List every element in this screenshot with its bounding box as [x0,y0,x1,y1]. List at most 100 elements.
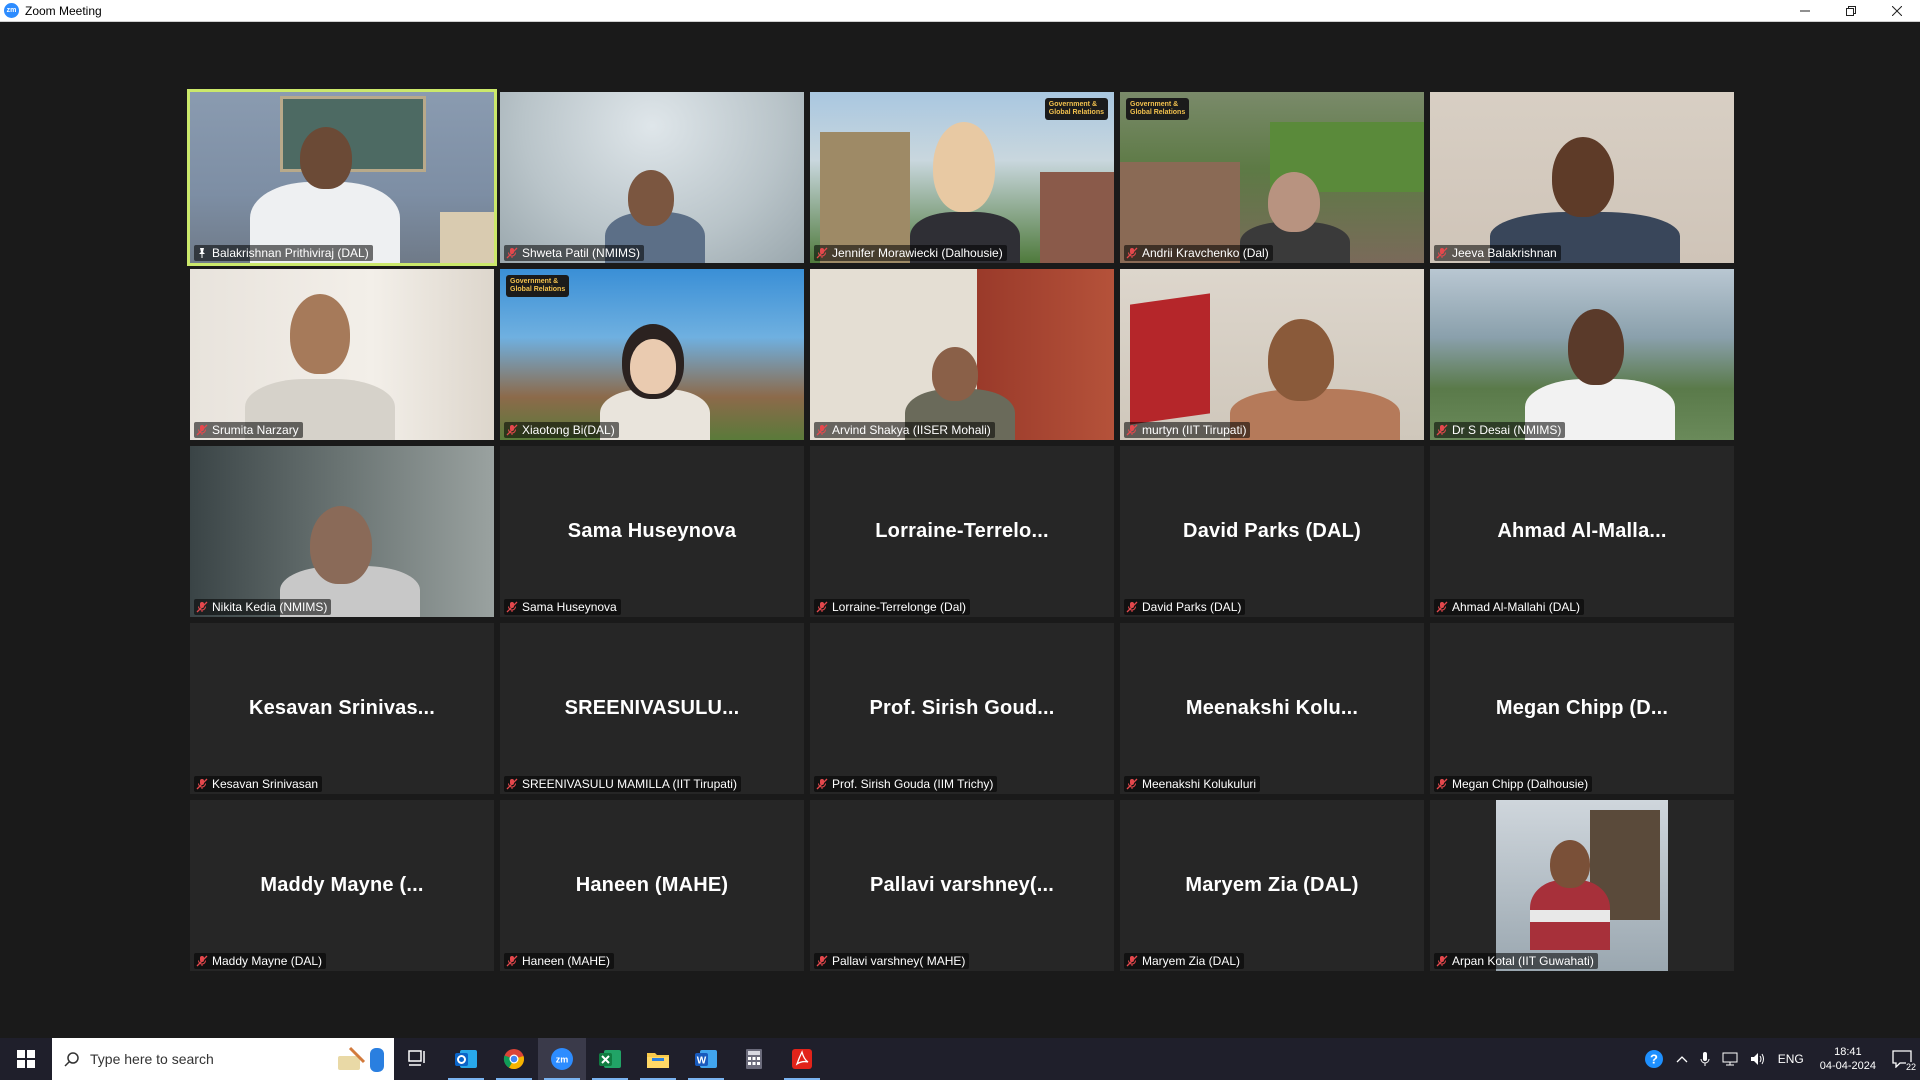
participant-name: murtyn (IIT Tirupati) [1142,423,1247,437]
zoom-icon: zm [551,1048,573,1070]
file-explorer-taskbar-button[interactable] [634,1038,682,1080]
participant-name: Pallavi varshney( MAHE) [832,954,966,968]
volume-tray-button[interactable] [1750,1052,1766,1066]
participant-video [190,269,494,440]
participant-tile[interactable]: Megan Chipp (D... Megan Chipp (Dalhousie) [1430,623,1734,794]
muted-microphone-icon [1436,247,1448,259]
task-view-button[interactable] [394,1038,442,1080]
muted-microphone-icon [506,601,518,613]
muted-microphone-icon [506,955,518,967]
participant-tile[interactable]: Government & Global Relations Jennifer Mor… [810,92,1114,263]
participant-tile[interactable]: Government & Global Relations Xiaotong Bi(… [500,269,804,440]
participant-display-name: Maddy Mayne (... [260,874,424,896]
participant-tile[interactable]: Sama Huseynova Sama Huseynova [500,446,804,617]
participant-tile[interactable]: Maddy Mayne (... Maddy Mayne (DAL) [190,800,494,971]
participant-tile[interactable]: murtyn (IIT Tirupati) [1120,269,1424,440]
word-taskbar-button[interactable]: W [682,1038,730,1080]
participant-video [1430,800,1734,971]
participant-name: Ahmad Al-Mallahi (DAL) [1452,600,1581,614]
gallery-grid: Balakrishnan Prithiviraj (DAL) Shweta Pat… [187,89,1734,971]
participant-name: Xiaotong Bi(DAL) [522,423,615,437]
logo-banner: Government & Global Relations [1044,98,1108,120]
outlook-taskbar-button[interactable] [442,1038,490,1080]
participant-tile[interactable]: Lorraine-Terrelo... Lorraine-Terrelonge (… [810,446,1114,617]
participant-tile[interactable]: Meenakshi Kolu... Meenakshi Kolukuluri [1120,623,1424,794]
network-icon [1722,1052,1738,1066]
system-tray: ? ENG 18:41 04-04-2024 22 [1638,1038,1920,1080]
excel-taskbar-button[interactable] [586,1038,634,1080]
participant-tile[interactable]: Haneen (MAHE) Haneen (MAHE) [500,800,804,971]
participant-display-name: David Parks (DAL) [1183,520,1361,542]
participant-tile[interactable]: Pallavi varshney(... Pallavi varshney( MA… [810,800,1114,971]
participant-name: Jennifer Morawiecki (Dalhousie) [832,246,1003,260]
participant-tile[interactable]: Ahmad Al-Malla... Ahmad Al-Mallahi (DAL) [1430,446,1734,617]
taskbar: Type here to search zm W ? ENG 18:41 04-… [0,1038,1920,1080]
restore-button[interactable] [1828,0,1874,22]
close-button[interactable] [1874,0,1920,22]
notification-center-button[interactable]: 22 [1892,1050,1916,1072]
close-icon [1892,6,1902,16]
participant-name-label: Nikita Kedia (NMIMS) [194,599,332,615]
participant-tile[interactable]: Dr S Desai (NMIMS) [1430,269,1734,440]
notification-count: 22 [1905,1062,1916,1072]
participant-name-label: Haneen (MAHE) [504,953,615,969]
participant-tile[interactable]: Srumita Narzary [190,269,494,440]
microphone-tray-button[interactable] [1700,1051,1710,1067]
show-hidden-icons-button[interactable] [1676,1055,1688,1063]
muted-microphone-icon [1126,424,1138,436]
muted-microphone-icon [816,601,828,613]
participant-tile[interactable]: Prof. Sirish Goud... Prof. Sirish Gouda (… [810,623,1114,794]
logo-banner: Government & Global Relations [1126,98,1190,120]
participant-tile[interactable]: Balakrishnan Prithiviraj (DAL) [187,89,497,266]
language-indicator[interactable]: ENG [1778,1052,1804,1066]
participant-name-label: Balakrishnan Prithiviraj (DAL) [194,245,373,261]
outlook-icon [455,1050,477,1068]
minimize-icon [1800,10,1810,12]
muted-microphone-icon [196,601,208,613]
participant-name: Srumita Narzary [212,423,299,437]
chrome-taskbar-button[interactable] [490,1038,538,1080]
participant-name: Haneen (MAHE) [522,954,611,968]
participant-tile[interactable]: Jeeva Balakrishnan [1430,92,1734,263]
participant-tile[interactable]: SREENIVASULU... SREENIVASULU MAMILLA (IIT… [500,623,804,794]
window-title: Zoom Meeting [25,3,102,18]
pin-icon [196,247,208,259]
participant-tile[interactable]: Arvind Shakya (IISER Mohali) [810,269,1114,440]
participant-name-label: Pallavi varshney( MAHE) [814,953,970,969]
network-tray-button[interactable] [1722,1052,1738,1066]
participant-tile[interactable]: Kesavan Srinivas... Kesavan Srinivasan [190,623,494,794]
participant-name: Dr S Desai (NMIMS) [1452,423,1562,437]
participant-name-label: Jennifer Morawiecki (Dalhousie) [814,245,1007,261]
window-controls [1782,0,1920,22]
calculator-taskbar-button[interactable] [730,1038,778,1080]
participant-tile[interactable]: Nikita Kedia (NMIMS) [190,446,494,617]
participant-display-name: Prof. Sirish Goud... [869,697,1055,719]
participant-name: Jeeva Balakrishnan [1452,246,1557,260]
participant-tile[interactable]: David Parks (DAL) David Parks (DAL) [1120,446,1424,617]
clock[interactable]: 18:41 04-04-2024 [1820,1045,1876,1073]
svg-text:?: ? [1650,1052,1658,1067]
participant-name: Arpan Kotal (IIT Guwahati) [1452,954,1594,968]
acrobat-taskbar-button[interactable] [778,1038,826,1080]
start-button[interactable] [0,1038,52,1080]
participant-display-name: Haneen (MAHE) [575,874,729,896]
zoom-taskbar-button[interactable]: zm [538,1038,586,1080]
participant-name-label: Shweta Patil (NMIMS) [504,245,645,261]
participant-name-label: Maryem Zia (DAL) [1124,953,1245,969]
minimize-button[interactable] [1782,0,1828,22]
muted-microphone-icon [1126,778,1138,790]
participant-display-name: Maryem Zia (DAL) [1185,874,1359,896]
taskbar-search-box[interactable]: Type here to search [52,1038,394,1080]
participant-display-name: Kesavan Srinivas... [248,697,436,719]
participant-tile[interactable]: Shweta Patil (NMIMS) [500,92,804,263]
participant-tile[interactable]: Government & Global Relations Andrii Kravc… [1120,92,1424,263]
calculator-icon [746,1049,762,1069]
word-icon: W [695,1050,717,1068]
participant-video: Government & Global Relations [500,269,804,440]
muted-microphone-icon [1436,601,1448,613]
participant-name: David Parks (DAL) [1142,600,1242,614]
participant-tile[interactable]: Arpan Kotal (IIT Guwahati) [1430,800,1734,971]
help-tray-button[interactable]: ? [1644,1049,1664,1069]
participant-tile[interactable]: Maryem Zia (DAL) Maryem Zia (DAL) [1120,800,1424,971]
speaker-icon [1750,1053,1764,1065]
